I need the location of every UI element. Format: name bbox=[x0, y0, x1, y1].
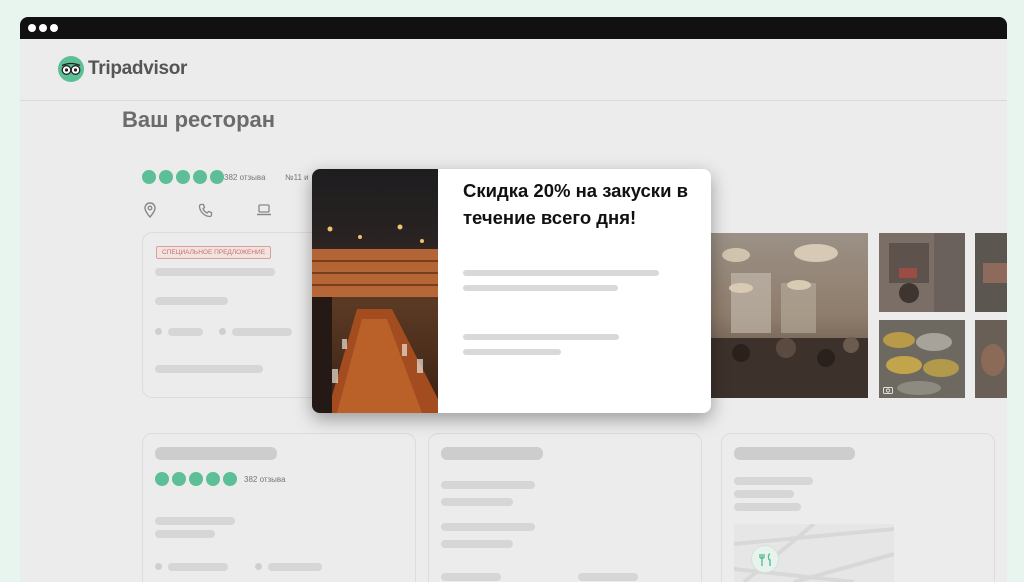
logo-text[interactable]: Tripadvisor bbox=[88, 58, 187, 80]
restaurant-map-pin-icon[interactable] bbox=[751, 545, 779, 573]
placeholder-line bbox=[155, 297, 228, 305]
laptop-icon[interactable] bbox=[256, 204, 272, 216]
placeholder-dot bbox=[255, 563, 262, 570]
window-dot-icon[interactable] bbox=[28, 24, 36, 32]
placeholder-line bbox=[734, 447, 855, 460]
rating-bubble-icon bbox=[176, 170, 190, 184]
restaurant-photo-food[interactable] bbox=[879, 320, 965, 398]
placeholder-line bbox=[155, 517, 235, 525]
rating-bubbles bbox=[142, 170, 224, 184]
placeholder-line bbox=[155, 365, 263, 373]
restaurant-photo-bar[interactable] bbox=[879, 233, 965, 312]
placeholder-line bbox=[155, 447, 277, 460]
rating-bubble-icon bbox=[159, 170, 173, 184]
rating-bubble-icon bbox=[210, 170, 224, 184]
placeholder-line bbox=[268, 563, 322, 571]
reviews-count[interactable]: 382 отзыва bbox=[224, 173, 266, 182]
placeholder-line bbox=[168, 563, 228, 571]
placeholder-line bbox=[734, 503, 801, 511]
special-offer-popup[interactable]: Скидка 20% на закуски в течение всего дн… bbox=[312, 169, 711, 413]
location-pin-icon[interactable] bbox=[144, 202, 156, 218]
placeholder-line bbox=[734, 477, 813, 485]
placeholder-dot bbox=[219, 328, 226, 335]
placeholder-line bbox=[734, 490, 794, 498]
window-titlebar bbox=[20, 17, 1007, 39]
restaurant-photo-extra[interactable] bbox=[975, 320, 1007, 398]
placeholder-line bbox=[578, 573, 638, 581]
placeholder-line bbox=[463, 349, 561, 355]
placeholder-line bbox=[441, 573, 501, 581]
rating-bubble-icon bbox=[193, 170, 207, 184]
reviews-count[interactable]: 382 отзыва bbox=[244, 475, 286, 484]
rating-bubble-icon bbox=[155, 472, 169, 486]
camera-icon bbox=[883, 387, 893, 394]
rating-bubble-icon bbox=[142, 170, 156, 184]
window-dot-icon[interactable] bbox=[39, 24, 47, 32]
placeholder-line bbox=[463, 285, 618, 291]
placeholder-line bbox=[155, 530, 215, 538]
tripadvisor-owl-icon[interactable] bbox=[58, 56, 84, 82]
placeholder-line bbox=[463, 334, 619, 340]
rating-bubbles bbox=[155, 472, 237, 486]
placeholder-line bbox=[155, 268, 275, 276]
placeholder-dot bbox=[155, 328, 162, 335]
rating-bubble-icon bbox=[172, 472, 186, 486]
placeholder-line bbox=[168, 328, 203, 336]
placeholder-line bbox=[441, 447, 543, 460]
rating-bubble-icon bbox=[223, 472, 237, 486]
popup-title: Скидка 20% на закуски в течение всего дн… bbox=[463, 180, 688, 228]
phone-icon[interactable] bbox=[198, 203, 213, 218]
special-offer-badge: СПЕЦИАЛЬНОЕ ПРЕДЛОЖЕНИЕ bbox=[156, 246, 272, 259]
restaurant-photo-extra[interactable] bbox=[975, 233, 1007, 312]
placeholder-line bbox=[441, 523, 535, 531]
site-header: Tripadvisor bbox=[20, 39, 1007, 101]
popup-restaurant-photo bbox=[312, 169, 438, 413]
window-dot-icon[interactable] bbox=[50, 24, 58, 32]
rating-bubble-icon bbox=[189, 472, 203, 486]
placeholder-line bbox=[441, 481, 535, 489]
placeholder-line bbox=[441, 498, 513, 506]
placeholder-dot bbox=[155, 563, 162, 570]
page-title: Ваш ресторан bbox=[122, 107, 276, 132]
rating-bubble-icon bbox=[206, 472, 220, 486]
placeholder-line bbox=[441, 540, 513, 548]
placeholder-line bbox=[232, 328, 292, 336]
restaurant-photo-interior[interactable] bbox=[711, 233, 868, 398]
placeholder-line bbox=[463, 270, 659, 276]
ranking-text: №11 и bbox=[285, 173, 309, 182]
